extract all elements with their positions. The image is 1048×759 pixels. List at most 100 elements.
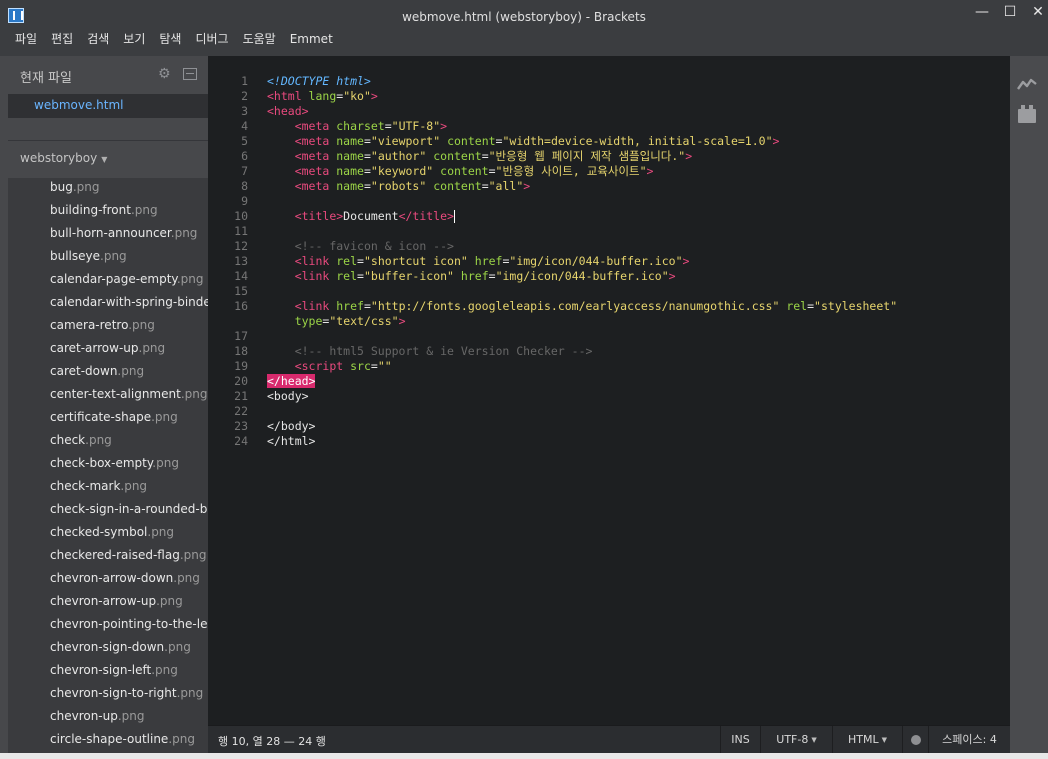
file-tree-item[interactable]: caret-down.png <box>8 363 208 386</box>
file-tree-item[interactable]: checkered-raised-flag.png <box>8 547 208 570</box>
file-tree-item[interactable]: certificate-shape.png <box>8 409 208 432</box>
file-name: chevron-pointing-to-the-le <box>50 617 208 631</box>
file-extension: .png <box>100 249 127 263</box>
code-token: > <box>370 89 378 103</box>
code-token: href <box>336 299 364 313</box>
cursor-position[interactable]: 행 10, 열 28 — 24 행 <box>218 733 326 749</box>
file-name: bullseye <box>50 249 101 263</box>
file-extension: .png <box>179 548 207 562</box>
file-name: checkered-raised-flag <box>50 548 180 562</box>
file-extension: .png <box>152 456 179 470</box>
code-token: rel <box>786 299 808 313</box>
maximize-button[interactable]: ☐ <box>996 2 1024 24</box>
line-number: 23 <box>234 419 248 433</box>
code-token: <meta <box>294 179 337 193</box>
code-token: <meta <box>294 134 337 148</box>
project-dropdown[interactable]: webstoryboy ▼ <box>20 151 107 165</box>
file-extension: .png <box>180 387 208 401</box>
menu-item-3[interactable]: 보기 <box>116 31 152 56</box>
close-button[interactable]: ✕ <box>1024 2 1048 24</box>
file-tree-item[interactable]: caret-arrow-up.png <box>8 340 208 363</box>
file-tree-item[interactable]: bull-horn-announcer.png <box>8 225 208 248</box>
file-tree-item[interactable]: chevron-sign-left.png <box>8 662 208 685</box>
file-tree-item[interactable]: chevron-sign-down.png <box>8 639 208 662</box>
file-extension: .png <box>117 709 145 723</box>
menu-item-0[interactable]: 파일 <box>8 31 44 56</box>
file-tree-item[interactable]: chevron-pointing-to-the-le <box>8 616 208 639</box>
code-token: "robots" <box>370 179 427 193</box>
file-name: calendar-page-empty <box>50 272 177 286</box>
file-tree-item[interactable]: camera-retro.png <box>8 317 208 340</box>
code-line: <meta charset="UTF-8"> <box>267 119 447 134</box>
line-number: 24 <box>234 434 248 448</box>
code-token: rel <box>336 254 358 268</box>
code-token: content <box>433 179 482 193</box>
file-tree-item[interactable]: chevron-up.png <box>8 708 208 731</box>
menu-item-2[interactable]: 검색 <box>80 31 116 56</box>
gear-icon[interactable]: ⚙ <box>158 67 172 81</box>
file-tree-item[interactable]: check-mark.png <box>8 478 208 501</box>
line-number: 11 <box>234 224 248 238</box>
code-token: <meta <box>294 149 337 163</box>
project-name: webstoryboy <box>20 151 98 165</box>
file-tree-item[interactable]: check-box-empty.png <box>8 455 208 478</box>
project-file-tree[interactable]: bug.png building-front.png bull-horn-annou… <box>8 178 208 754</box>
linter-status[interactable] <box>902 726 928 753</box>
encoding-dropdown[interactable]: UTF-8 ▼ <box>760 726 832 753</box>
code-token: <meta <box>294 164 337 178</box>
working-file-item[interactable]: webmove.html <box>8 94 208 118</box>
code-token: "UTF-8" <box>391 119 441 133</box>
code-token: <!DOCTYPE html> <box>267 74 371 88</box>
line-number: 3 <box>241 104 248 118</box>
menu-item-1[interactable]: 편집 <box>44 31 80 56</box>
file-tree-item[interactable]: calendar-with-spring-binde <box>8 294 208 317</box>
code-line: <html lang="ko"> <box>267 89 378 104</box>
file-tree-item[interactable]: building-front.png <box>8 202 208 225</box>
file-tree-item[interactable]: check.png <box>8 432 208 455</box>
code-token: = <box>363 299 371 313</box>
file-tree-item[interactable]: center-text-alignment.png <box>8 386 208 409</box>
file-tree-item[interactable]: calendar-page-empty.png <box>8 271 208 294</box>
code-line: <body> <box>267 389 309 404</box>
file-name: certificate-shape <box>50 410 152 424</box>
menu-item-5[interactable]: 디버그 <box>188 31 235 56</box>
code-token: "buffer-icon" <box>363 269 454 283</box>
language-dropdown[interactable]: HTML ▼ <box>832 726 902 753</box>
file-tree-item[interactable]: check-sign-in-a-rounded-bl <box>8 501 208 524</box>
file-tree-item[interactable]: bug.png <box>8 179 208 202</box>
file-tree-item[interactable]: chevron-sign-to-right.png <box>8 685 208 708</box>
live-preview-icon[interactable] <box>1016 76 1038 92</box>
file-tree-item[interactable]: circle-shape-outline.png <box>8 731 208 754</box>
menu-item-7[interactable]: Emmet <box>283 31 340 56</box>
file-tree-item[interactable]: chevron-arrow-up.png <box>8 593 208 616</box>
line-number: 22 <box>234 404 248 418</box>
code-line: <meta name="author" content="반응형 웹 페이지 제… <box>267 149 692 164</box>
split-view-icon[interactable] <box>183 68 197 80</box>
main-toolbar <box>1010 56 1048 753</box>
file-tree-item[interactable]: checked-symbol.png <box>8 524 208 547</box>
code-token: lang <box>308 89 337 103</box>
minimize-button[interactable]: — <box>968 2 996 24</box>
menu-item-6[interactable]: 도움말 <box>236 31 283 56</box>
file-tree-item[interactable]: chevron-arrow-down.png <box>8 570 208 593</box>
line-number: 14 <box>234 269 248 283</box>
menu-item-4[interactable]: 탐색 <box>152 31 188 56</box>
code-token: = <box>481 149 489 163</box>
file-extension: .png <box>130 203 158 217</box>
code-token: > <box>523 179 531 193</box>
extension-manager-icon[interactable] <box>1018 105 1036 123</box>
code-token: <!-- favicon & icon --> <box>294 239 454 253</box>
file-name: check <box>50 433 86 447</box>
window-title: webmove.html (webstoryboy) - Brackets <box>402 10 646 24</box>
code-token: name <box>336 134 364 148</box>
file-tree-item[interactable]: bullseye.png <box>8 248 208 271</box>
insert-mode-toggle[interactable]: INS <box>720 726 760 753</box>
code-line: <!-- favicon & icon --> <box>267 239 454 254</box>
indent-settings[interactable]: 스페이스: 4 <box>928 726 1010 753</box>
code-editor[interactable]: 1 2 3 4 5 6 7 8 9 10 11 12 13 14 15 16 17 18 19 20 21 22 23 24 … <box>208 56 1010 725</box>
file-extension: .png <box>151 663 178 677</box>
